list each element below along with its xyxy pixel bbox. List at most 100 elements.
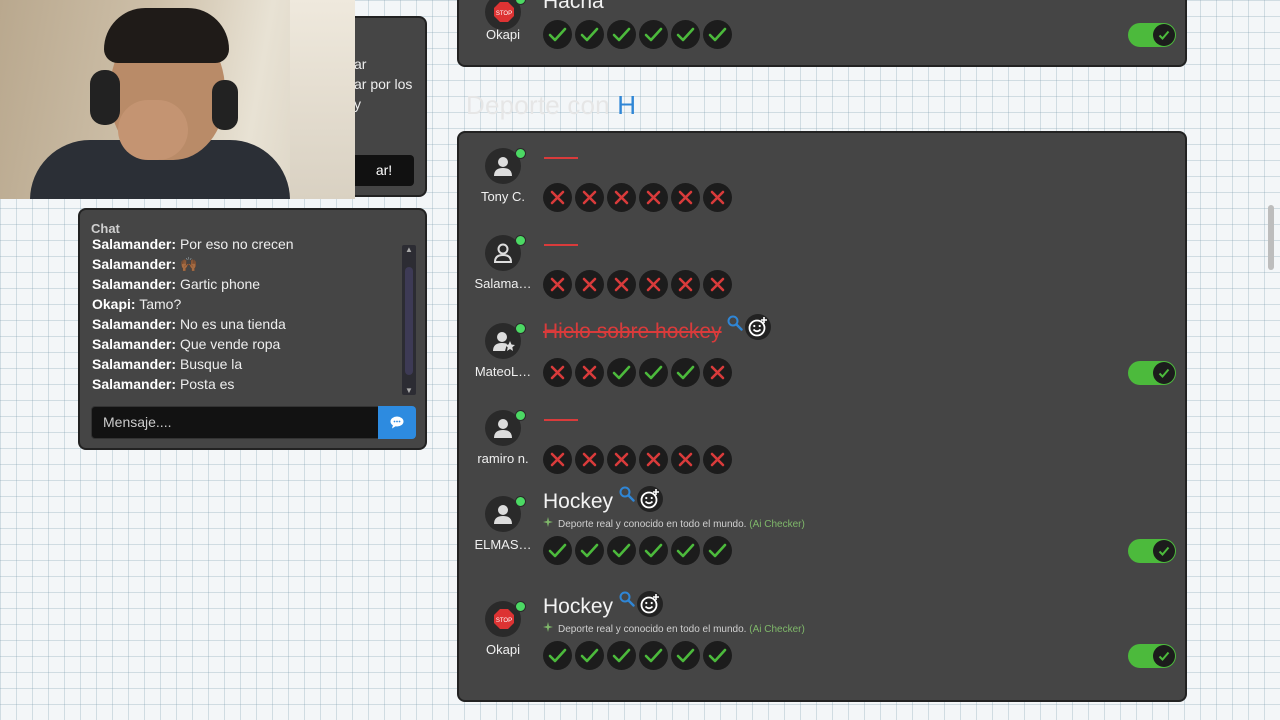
chat-bubble-icon	[390, 416, 404, 429]
search-icon[interactable]	[619, 486, 635, 507]
vote-check-icon[interactable]	[575, 536, 604, 565]
accept-toggle[interactable]	[1128, 539, 1176, 563]
vote-check-icon[interactable]	[639, 20, 668, 49]
vote-check-icon[interactable]	[543, 536, 572, 565]
add-reaction-icon[interactable]	[637, 486, 663, 512]
player-name: Tony C.	[480, 189, 526, 204]
vote-check-icon[interactable]	[543, 20, 572, 49]
stop-sign-icon: STOP	[485, 0, 521, 30]
chat-message: Salamander: No es una tienda	[92, 314, 402, 334]
add-reaction-icon[interactable]	[745, 314, 771, 340]
chat-message: Okapi: Tamo?	[92, 294, 402, 314]
vote-cross-icon[interactable]	[543, 358, 572, 387]
vote-cross-icon[interactable]	[639, 270, 668, 299]
vote-cross-icon[interactable]	[575, 183, 604, 212]
empty-answer-dash	[544, 157, 578, 159]
search-icon[interactable]	[619, 591, 635, 612]
answer-word: Hockey	[543, 490, 614, 513]
vote-check-icon[interactable]	[703, 20, 732, 49]
vote-cross-icon[interactable]	[639, 445, 668, 474]
vote-cross-icon[interactable]	[607, 270, 636, 299]
instructions-text: ar ar por los y	[354, 56, 413, 112]
accept-toggle[interactable]	[1128, 23, 1176, 47]
answers-panel: Tony C. Salama… MateoL… Hielo sobre hockey r…	[457, 131, 1187, 702]
empty-answer-dash	[544, 244, 578, 246]
vote-cross-icon[interactable]	[671, 445, 700, 474]
accept-toggle[interactable]	[1128, 644, 1176, 668]
player-name: Okapi	[486, 27, 520, 42]
vote-check-icon[interactable]	[607, 536, 636, 565]
vote-check-icon[interactable]	[639, 536, 668, 565]
vote-cross-icon[interactable]	[543, 270, 572, 299]
ai-checker-text: Deporte real y conocido en todo el mundo…	[558, 624, 747, 635]
player-name: ELMAS…	[474, 537, 532, 552]
chat-messages[interactable]: Salamander: Por eso no crecen Salamander:…	[92, 234, 402, 394]
vote-cross-icon[interactable]	[607, 183, 636, 212]
vote-check-icon[interactable]	[607, 641, 636, 670]
chat-message: Salamander: 🙌🏾	[92, 254, 402, 274]
empty-answer-dash	[544, 419, 578, 421]
answer-row: STOP Okapi Hockey Deporte real y conocido e…	[459, 591, 1185, 676]
chat-scrollbar[interactable]: ▲ ▼	[402, 245, 416, 395]
player-name: Salama…	[474, 276, 532, 291]
chat-message-text: Gartic phone	[179, 276, 261, 292]
ai-checker-label: (Ai Checker)	[749, 519, 805, 530]
chat-message-input[interactable]: Mensaje....	[91, 406, 379, 439]
vote-cross-icon[interactable]	[703, 183, 732, 212]
vote-cross-icon[interactable]	[703, 358, 732, 387]
vote-check-icon[interactable]	[671, 536, 700, 565]
chat-message-user: Salamander:	[92, 236, 177, 252]
search-icon[interactable]	[727, 315, 743, 336]
chat-message-text: No es una tienda	[179, 316, 286, 332]
chat-panel: Chat Salamander: Por eso no crecen Salama…	[78, 208, 427, 450]
vote-check-icon[interactable]	[543, 641, 572, 670]
start-button[interactable]: ar!	[354, 155, 414, 186]
online-indicator	[515, 235, 526, 246]
vote-cross-icon[interactable]	[575, 445, 604, 474]
vote-cross-icon[interactable]	[703, 270, 732, 299]
svg-text:STOP: STOP	[496, 618, 512, 624]
send-button[interactable]	[378, 406, 416, 439]
answer-row: ramiro n.	[459, 405, 1185, 485]
ai-checker-text: Deporte real y conocido en todo el mundo…	[558, 519, 747, 530]
ai-checker-note: Deporte real y conocido en todo el mundo…	[543, 622, 805, 635]
chat-message-user: Salamander:	[92, 276, 177, 292]
vote-check-icon[interactable]	[575, 641, 604, 670]
chat-message-text: Posta es	[179, 376, 235, 392]
vote-cross-icon[interactable]	[671, 183, 700, 212]
vote-check-icon[interactable]	[639, 358, 668, 387]
vote-check-icon[interactable]	[639, 641, 668, 670]
vote-check-icon[interactable]	[671, 358, 700, 387]
answer-word: Hockey	[543, 595, 614, 618]
page-scrollbar[interactable]	[1268, 205, 1274, 270]
vote-cross-icon[interactable]	[543, 445, 572, 474]
answer-row: MateoL… Hielo sobre hockey	[459, 314, 1185, 398]
vote-cross-icon[interactable]	[703, 445, 732, 474]
answer-row: Tony C.	[459, 143, 1185, 223]
vote-cross-icon[interactable]	[639, 183, 668, 212]
vote-check-icon[interactable]	[607, 358, 636, 387]
chat-message-user: Okapi:	[92, 296, 136, 312]
vote-check-icon[interactable]	[671, 20, 700, 49]
accept-toggle[interactable]	[1128, 361, 1176, 385]
chat-message: Salamander: Posta es	[92, 374, 402, 394]
vote-cross-icon[interactable]	[575, 270, 604, 299]
sparkle-icon	[543, 517, 553, 530]
vote-check-icon[interactable]	[671, 641, 700, 670]
vote-cross-icon[interactable]	[543, 183, 572, 212]
category-letter: H	[617, 90, 637, 120]
vote-check-icon[interactable]	[607, 20, 636, 49]
answer-word: Hielo sobre hockey	[543, 320, 722, 343]
vote-cross-icon[interactable]	[671, 270, 700, 299]
chat-message: Salamander: Busque la	[92, 354, 402, 374]
add-reaction-icon[interactable]	[637, 591, 663, 617]
chat-message-user: Salamander:	[92, 316, 177, 332]
vote-check-icon[interactable]	[703, 536, 732, 565]
vote-cross-icon[interactable]	[607, 445, 636, 474]
vote-check-icon[interactable]	[575, 20, 604, 49]
chat-message: Salamander: Que vende ropa	[92, 334, 402, 354]
chat-message-text: Busque la	[179, 356, 243, 372]
chat-message-text: Tamo?	[139, 296, 182, 312]
vote-cross-icon[interactable]	[575, 358, 604, 387]
vote-check-icon[interactable]	[703, 641, 732, 670]
